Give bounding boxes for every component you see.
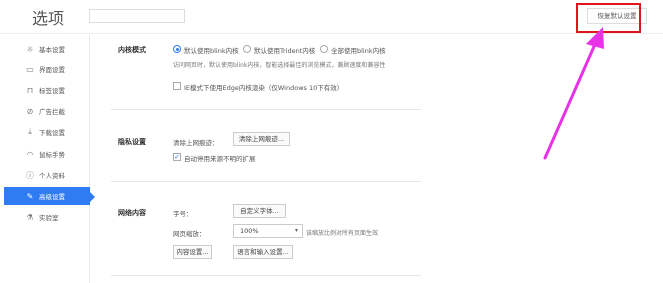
download-icon: ⤓ [28, 127, 32, 136]
sidebar-item-interface[interactable]: ▭ 界面设置 [0, 60, 90, 78]
divider [111, 275, 421, 276]
custom-font-button[interactable]: 自定义字体... [233, 204, 286, 218]
zoom-label: 网页缩放： [173, 230, 206, 238]
clear-history-label: 清除上网痕迹： [173, 139, 219, 147]
ie-edge-checkbox[interactable] [173, 82, 181, 90]
chevron-down-icon: ▾ [294, 227, 298, 234]
advanced-icon: ✎ [26, 191, 34, 201]
divider [111, 181, 421, 182]
kernel-section-label: 内核模式 [118, 46, 146, 54]
sidebar-item-profile[interactable]: ⓘ 个人资料 [0, 166, 90, 184]
kernel-option-label: 全部使用blink内核 [331, 47, 386, 55]
title-bar: 选项 恢复默认设置 [0, 0, 663, 34]
font-size-label: 字号： [173, 210, 193, 218]
ie-edge-checkbox-label: IE模式下使用Edge内核渲染（仅Windows 10下有效） [184, 84, 344, 92]
gear-icon: ☼ [26, 44, 34, 54]
sidebar-item-advanced[interactable]: ✎ 高级设置 [4, 187, 90, 205]
language-input-settings-button[interactable]: 语言和输入设置... [233, 245, 293, 259]
page-title: 选项 [32, 9, 65, 28]
sidebar-item-lab[interactable]: ⚗ 实验室 [0, 208, 90, 226]
window-icon: ▭ [26, 64, 34, 74]
kernel-option-label: 默认使用blink内核 [184, 47, 239, 55]
sidebar-item-label: 界面设置 [39, 66, 65, 74]
auto-disable-extensions-checkbox[interactable]: ✓ [173, 153, 181, 161]
user-icon: ⓘ [26, 170, 34, 180]
auto-disable-extensions-label: 自动停用来源不明的扩展 [184, 155, 256, 163]
sidebar-item-label: 实验室 [39, 214, 59, 222]
sidebar: ☼ 基本设置 ▭ 界面设置 ⊓ 标签设置 ⊘ 广告拦截 ⤓ 下载设置 ◠ 鼠标手势 ⓘ 个人资… [0, 35, 90, 283]
divider [111, 109, 421, 110]
highlight-box [576, 3, 641, 33]
zoom-select[interactable]: 100% ▾ [233, 224, 303, 238]
sidebar-item-label: 个人资料 [39, 172, 65, 180]
sidebar-item-download[interactable]: ⤓ 下载设置 [0, 123, 90, 141]
tab-icon: ⊓ [26, 85, 34, 95]
kernel-radio-trident[interactable] [243, 45, 251, 53]
sidebar-item-mouse[interactable]: ◠ 鼠标手势 [0, 145, 90, 163]
kernel-radio-blink-all[interactable] [320, 45, 328, 53]
zoom-hint: 该缩放比例对所有页面生效 [306, 230, 379, 237]
zoom-value: 100% [240, 227, 259, 235]
clear-history-button[interactable]: 清除上网痕迹... [233, 132, 290, 146]
kernel-radio-blink-default[interactable] [173, 45, 181, 53]
kernel-option-label: 默认使用Trident内核 [254, 47, 316, 55]
sidebar-item-adblock[interactable]: ⊘ 广告拦截 [0, 102, 90, 120]
sidebar-item-label: 高级设置 [39, 193, 65, 201]
sidebar-item-label: 鼠标手势 [39, 151, 65, 159]
sidebar-item-label: 下载设置 [39, 129, 65, 137]
sidebar-item-label: 标签设置 [39, 87, 65, 95]
sidebar-item-label: 基本设置 [39, 46, 65, 54]
privacy-section-label: 隐私设置 [118, 138, 146, 146]
settings-panel: 内核模式 默认使用blink内核 默认使用Trident内核 全部使用blink… [91, 35, 663, 283]
sidebar-item-tabs[interactable]: ⊓ 标签设置 [0, 81, 90, 99]
block-icon: ⊘ [26, 106, 34, 116]
search-input[interactable] [89, 9, 185, 23]
kernel-hint: 访问网页时，默认使用blink内核，智能选择最佳的浏览模式，兼顾速度和兼容性 [173, 62, 386, 69]
content-settings-button[interactable]: 内容设置... [173, 245, 212, 259]
web-content-section-label: 网络内容 [118, 209, 146, 217]
lab-icon: ⚗ [26, 212, 34, 222]
sidebar-item-basic[interactable]: ☼ 基本设置 [0, 40, 90, 58]
sidebar-item-label: 广告拦截 [39, 108, 65, 116]
mouse-icon: ◠ [26, 149, 34, 159]
